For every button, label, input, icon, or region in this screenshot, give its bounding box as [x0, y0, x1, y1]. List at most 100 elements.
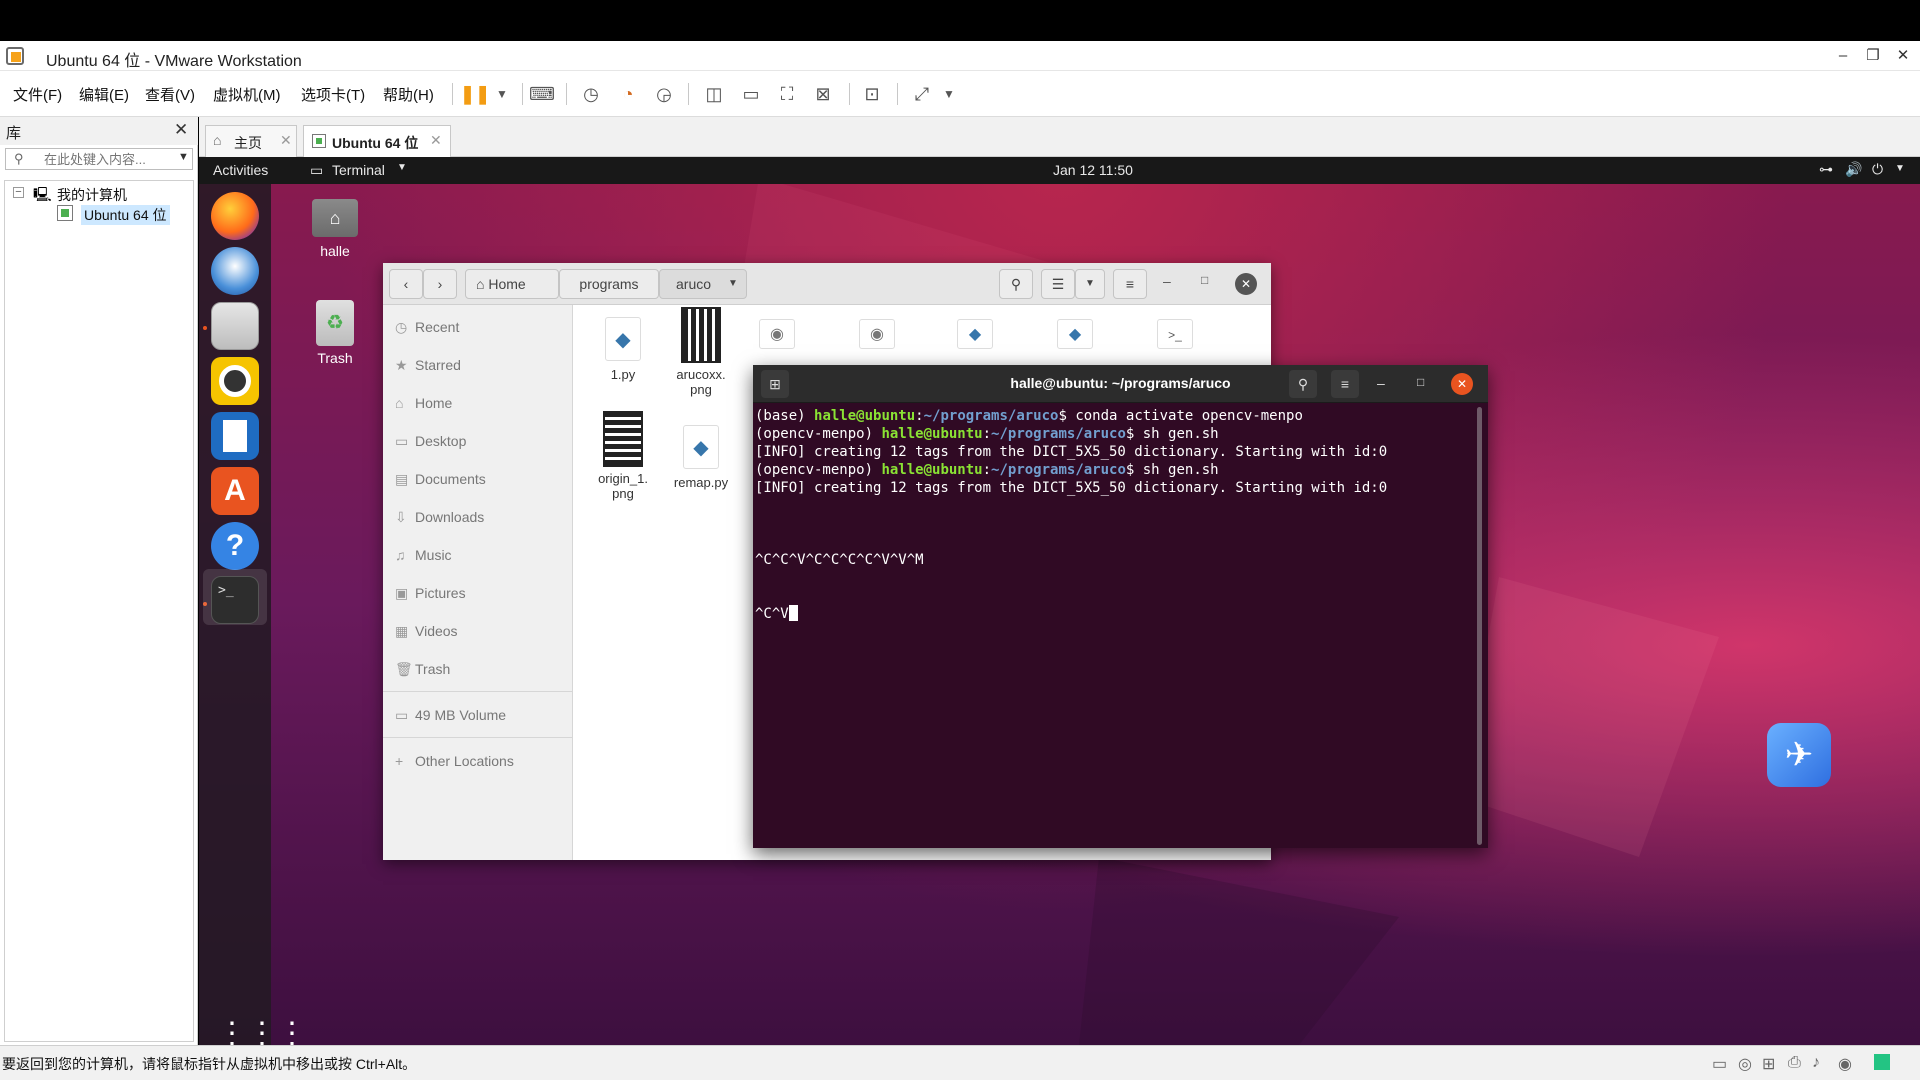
sidebar-home[interactable]: ⌂ Home: [395, 395, 452, 411]
collapse-icon[interactable]: −: [13, 187, 24, 198]
network-adapter-icon[interactable]: ⊞: [1762, 1054, 1775, 1074]
restore-button[interactable]: ❐: [1860, 45, 1886, 67]
libreoffice-writer-icon[interactable]: [211, 412, 259, 460]
menu-view[interactable]: 查看(V): [145, 84, 195, 105]
library-view-icon[interactable]: ◫: [700, 80, 728, 108]
shell-file-icon[interactable]: ◉: [759, 319, 795, 349]
terminal-window[interactable]: ⊞ halle@ubuntu: ~/programs/aruco ⚲ ≡ – □…: [753, 365, 1488, 848]
terminal-menu-button[interactable]: ≡: [1331, 370, 1359, 398]
activities-button[interactable]: Activities: [213, 162, 268, 178]
terminal-scrollbar[interactable]: [1477, 407, 1482, 845]
path-home-button[interactable]: ⌂ Home: [465, 269, 559, 299]
rhythmbox-icon[interactable]: [211, 357, 259, 405]
clock[interactable]: Jan 12 11:50: [1053, 162, 1133, 178]
file-item[interactable]: ◆ 1.py: [583, 317, 663, 382]
sidebar-videos[interactable]: ▦ Videos: [395, 623, 458, 640]
sidebar-music[interactable]: ♫ Music: [395, 547, 452, 563]
stretch-icon[interactable]: ⤢: [908, 80, 936, 108]
sidebar-recent[interactable]: ◷ Recent: [395, 319, 459, 336]
menu-vm[interactable]: 虚拟机(M): [213, 84, 281, 105]
system-menu-chevron-icon[interactable]: ▼: [1895, 163, 1905, 174]
menu-edit[interactable]: 编辑(E): [79, 84, 129, 105]
thumbnail-view-icon[interactable]: ▭: [737, 80, 765, 108]
files-icon[interactable]: [211, 302, 259, 350]
chevron-down-icon[interactable]: ▼: [178, 151, 189, 163]
minimize-button[interactable]: –: [1830, 45, 1856, 67]
usb-icon[interactable]: ◉: [1838, 1054, 1852, 1074]
fm-close-button[interactable]: ✕: [1235, 273, 1257, 295]
menu-help[interactable]: 帮助(H): [383, 84, 434, 105]
python-file-icon[interactable]: ◆: [957, 319, 993, 349]
cd-icon[interactable]: ◎: [1738, 1054, 1752, 1074]
sidebar-desktop[interactable]: ▭ Desktop: [395, 433, 466, 450]
app-menu-terminal[interactable]: Terminal: [332, 162, 385, 178]
shell-file-icon[interactable]: ◉: [859, 319, 895, 349]
menu-button[interactable]: ≡: [1113, 269, 1147, 299]
back-button[interactable]: ‹: [389, 269, 423, 299]
network-icon[interactable]: ⊶: [1819, 161, 1833, 178]
tab-home-close-icon[interactable]: ✕: [280, 132, 292, 149]
tab-home[interactable]: ⌂ 主页 ✕: [205, 125, 297, 157]
path-programs-button[interactable]: programs: [559, 269, 659, 299]
python-file-icon[interactable]: ◆: [1057, 319, 1093, 349]
console-view-icon[interactable]: ⊡: [858, 80, 886, 108]
forward-button[interactable]: ›: [423, 269, 457, 299]
tab-ubuntu[interactable]: Ubuntu 64 位 ✕: [303, 125, 451, 157]
pause-dropdown-icon[interactable]: ▼: [488, 80, 516, 108]
power-icon[interactable]: ⏻: [1872, 161, 1883, 178]
guest-screen[interactable]: Activities ▭ Terminal ▼ Jan 12 11:50 ⊶ 🔊…: [199, 157, 1920, 1045]
terminal-search-button[interactable]: ⚲: [1289, 370, 1317, 398]
desktop-trash[interactable]: ♻ Trash: [295, 300, 375, 366]
unity-icon[interactable]: ⊠: [809, 80, 837, 108]
tree-my-computer[interactable]: 我的计算机: [57, 185, 127, 205]
printer-icon[interactable]: ⎙: [1788, 1054, 1801, 1072]
path-aruco-button[interactable]: aruco ▼: [659, 269, 747, 299]
library-search[interactable]: ⚲ ▼: [5, 148, 193, 170]
sidebar-other-locations[interactable]: + Other Locations: [395, 753, 514, 769]
tab-ubuntu-close-icon[interactable]: ✕: [430, 132, 442, 149]
terminal-output[interactable]: (base) halle@ubuntu:~/programs/aruco$ co…: [755, 407, 1465, 843]
menu-file[interactable]: 文件(F): [13, 84, 62, 105]
menu-tabs[interactable]: 选项卡(T): [301, 84, 365, 105]
sidebar-pictures[interactable]: ▣ Pictures: [395, 585, 466, 602]
fm-maximize-button[interactable]: □: [1201, 273, 1208, 287]
firefox-icon[interactable]: [211, 192, 259, 240]
thunderbird-icon[interactable]: [211, 247, 259, 295]
tree-ubuntu-vm[interactable]: Ubuntu 64 位: [81, 205, 170, 225]
close-window-button[interactable]: ✕: [1890, 45, 1916, 67]
terminal-close-button[interactable]: ✕: [1451, 373, 1473, 395]
terminal-maximize-button[interactable]: □: [1417, 375, 1424, 389]
fm-minimize-button[interactable]: –: [1163, 273, 1171, 289]
library-search-input[interactable]: [44, 151, 164, 167]
hdd-icon[interactable]: ▭: [1712, 1054, 1727, 1074]
sidebar-downloads[interactable]: ⇩ Downloads: [395, 509, 484, 526]
desktop-home-folder[interactable]: ⌂ halle: [295, 199, 375, 259]
pause-icon[interactable]: ❚❚: [460, 80, 490, 108]
search-button[interactable]: ⚲: [999, 269, 1033, 299]
view-options-button[interactable]: ▼: [1075, 269, 1105, 299]
stretch-dropdown-icon[interactable]: ▼: [935, 80, 963, 108]
snapshot-manager-icon[interactable]: ◶: [650, 80, 678, 108]
floating-app-icon[interactable]: ✈: [1767, 723, 1831, 787]
sidebar-documents[interactable]: ▤ Documents: [395, 471, 486, 488]
terminal-minimize-button[interactable]: –: [1377, 375, 1385, 391]
sidebar-volume[interactable]: ▭ 49 MB Volume: [395, 707, 506, 724]
snapshot-icon[interactable]: ◷: [577, 80, 605, 108]
help-icon[interactable]: ?: [211, 522, 259, 570]
script-file-icon[interactable]: >_: [1157, 319, 1193, 349]
file-item[interactable]: arucoxx. png: [661, 307, 741, 397]
volume-icon[interactable]: 🔊: [1845, 161, 1862, 178]
send-ctrl-alt-del-icon[interactable]: ⌨: [528, 80, 556, 108]
close-library-icon[interactable]: ✕: [174, 120, 188, 140]
show-applications-icon[interactable]: ⋮⋮⋮: [217, 1019, 307, 1046]
file-item[interactable]: origin_1. png: [583, 411, 663, 501]
software-center-icon[interactable]: A: [211, 467, 259, 515]
sidebar-trash[interactable]: 🗑 Trash: [395, 661, 450, 678]
message-log-icon[interactable]: [1874, 1054, 1890, 1070]
revert-snapshot-icon[interactable]: ◔: [614, 80, 642, 108]
sound-card-icon[interactable]: ♪: [1812, 1054, 1820, 1072]
sidebar-starred[interactable]: ★ Starred: [395, 357, 461, 374]
fullscreen-icon[interactable]: ⛶: [773, 80, 801, 108]
list-view-button[interactable]: ☰: [1041, 269, 1075, 299]
file-item[interactable]: ◆ remap.py: [661, 425, 741, 490]
